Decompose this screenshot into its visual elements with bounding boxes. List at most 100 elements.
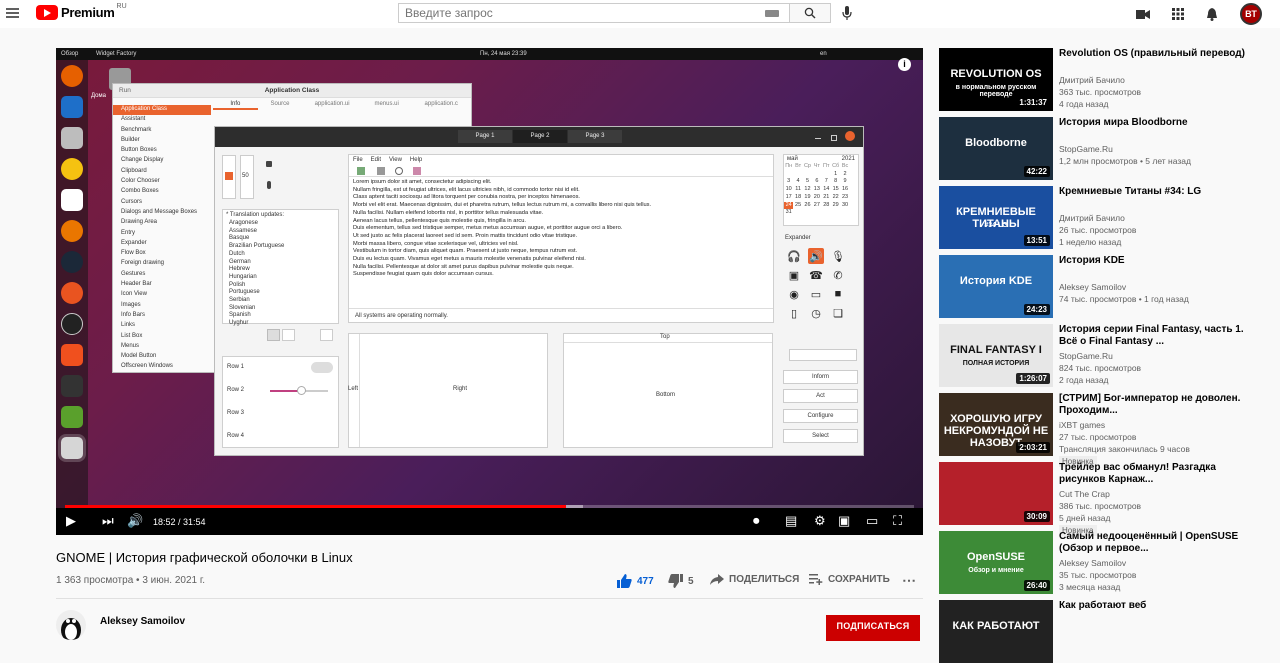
theater-mode-icon[interactable]: ▭ [866,513,878,529]
miniplayer-icon[interactable]: ▣ [838,513,850,529]
recommendation-item[interactable]: Bloodborne 42:22 История мира Bloodborne St… [939,117,1259,180]
settings-icon[interactable]: ⚙ [814,513,826,529]
activities-label: Обзор [61,51,79,57]
recommendation-thumbnail[interactable]: ХОРОШУЮ ИГРУ НЕКРОМУНДОЙ НЕ НАЗОВУТ 2:03:… [939,393,1053,456]
youtube-play-icon [36,5,58,20]
channel-avatar[interactable] [56,610,86,640]
recommendation-channel[interactable]: Дмитрий Бачило [1059,213,1125,223]
thumbnail-text: Bloodborne [965,137,1027,149]
demo-list-item: Color Chooser [121,178,160,185]
headphones-icon: 🎧 [787,250,801,263]
demo-list-item: Builder [121,136,140,143]
video-frame-desktop: Обзор Widget Factory Пн, 24 мая 23:39 en… [56,48,923,508]
autoplay-toggle-icon[interactable]: ⏺ [753,513,760,529]
recommendation-title[interactable]: Revolution OS (правильный перевод) [1059,48,1259,60]
recommendation-channel[interactable]: Aleksey Samoilov [1059,558,1126,568]
recommendation-thumbnail[interactable]: OpenSUSE Обзор и мнение 26:40 [939,531,1053,594]
recommendation-item[interactable]: КРЕМНИЕВЫЕ ТИТАНЫ #34 LG 13:51 Кремниевые Т… [939,186,1259,249]
demo-list-item: Benchmark [121,126,152,133]
recommendation-title[interactable]: [СТРИМ] Бог-император не доволен. Проход… [1059,393,1259,416]
recommendation-channel[interactable]: iXBT games [1059,420,1105,430]
recommendation-thumbnail[interactable]: 30:09 [939,462,1053,525]
menu-icon[interactable] [6,8,19,18]
demo-list-item: Offscreen Windows [121,363,173,370]
calendar-day: 23 [841,193,849,200]
subtitles-icon[interactable]: ▤ [785,513,797,529]
create-video-icon[interactable] [1136,9,1150,20]
recommendation-stats: 363 тыс. просмотров [1059,87,1142,97]
thumbnail-subtext: ПОЛНАЯ ИСТОРИЯ [962,360,1030,367]
language-item: Brazilian Portuguese [229,243,285,250]
pane-divider [359,334,360,447]
speaker-icon: 🔊 [808,248,824,264]
recommendation-title[interactable]: История серии Final Fantasy, часть 1. Вс… [1059,324,1259,347]
recommendation-stats: 1,2 млн просмотров • 5 лет назад [1059,156,1191,166]
thumbnail-subtext: #34 LG [984,222,1008,229]
tab-application-c: application.c [424,101,458,107]
recommendation-thumbnail[interactable]: КРЕМНИЕВЫЕ ТИТАНЫ #34 LG 13:51 [939,186,1053,249]
menu-view: View [389,157,402,163]
menu-file: File [353,157,363,163]
calendar-weekday: Вт [795,163,802,169]
progress-bar[interactable] [65,505,914,508]
microphone-icon[interactable] [842,6,852,21]
share-button[interactable]: ПОДЕЛИТЬСЯ [710,574,799,585]
recommendation-channel[interactable]: StopGame.Ru [1059,144,1113,154]
recommendation-item[interactable]: REVOLUTION OS в нормальном русском перево… [939,48,1259,111]
recommendation-item[interactable]: ХОРОШУЮ ИГРУ НЕКРОМУНДОЙ НЕ НАЗОВУТ 2:03:… [939,393,1259,467]
recommendation-item[interactable]: FINAL FANTASY I ПОЛНАЯ ИСТОРИЯ 1:26:07 Исто… [939,324,1259,387]
info-icon[interactable]: i [898,58,911,71]
recommendation-channel[interactable]: StopGame.Ru [1059,351,1113,361]
play-icon[interactable]: ▶ [66,513,76,529]
channel-name[interactable]: Aleksey Samoilov [100,616,185,627]
notifications-bell-icon[interactable] [1206,7,1218,21]
recommendation-thumbnail[interactable]: Bloodborne 42:22 [939,117,1053,180]
inform-button: Inform [783,370,858,384]
fullscreen-icon[interactable]: ⛶ [893,513,902,529]
account-avatar[interactable]: ВТ [1240,3,1262,25]
calendar-header: май 2021 [784,155,858,163]
calendar-day: 12 [804,186,811,193]
save-button[interactable]: СОХРАНИТЬ [809,574,890,585]
recommendation-title[interactable]: Самый недооценённый | OpenSUSE (Обзор и … [1059,531,1259,554]
apps-grid-icon[interactable] [1172,8,1184,20]
thumbnail-text: REVOLUTION OS [950,68,1042,80]
calendar-day: 1 [834,170,838,177]
recommendation-title[interactable]: Трейлер вас обманул! Разгадка рисунков К… [1059,462,1259,485]
search-button[interactable] [789,3,831,23]
dislike-count: 5 [688,575,694,587]
recommendation-channel[interactable]: Дмитрий Бачило [1059,75,1125,85]
demo-list-item: Assistant [121,116,146,123]
demo-list-item: Expander [121,239,147,246]
recommendation-item[interactable]: КАК РАБОТАЮТ Как работают веб [939,600,1259,663]
search-input[interactable] [399,4,759,22]
like-button[interactable]: 477 [617,574,654,588]
top-bottom-pane: Top Bottom [563,333,773,448]
calendar-day [822,209,831,217]
recommendation-title[interactable]: История мира Bloodborne [1059,117,1259,129]
recommendation-item[interactable]: 30:09 Трейлер вас обманул! Разгадка рисун… [939,462,1259,536]
video-player[interactable]: Обзор Widget Factory Пн, 24 мая 23:39 en… [56,48,923,535]
recommendation-channel[interactable]: Aleksey Samoilov [1059,282,1126,292]
recommendation-thumbnail[interactable]: REVOLUTION OS в нормальном русском перево… [939,48,1053,111]
recommendation-title[interactable]: Как работают веб [1059,600,1259,612]
recommendation-thumbnail[interactable]: FINAL FANTASY I ПОЛНАЯ ИСТОРИЯ 1:26:07 [939,324,1053,387]
recommendation-thumbnail[interactable]: История KDE 24:23 [939,255,1053,318]
volume-control-icon[interactable]: 🔊 [127,513,143,529]
recommendation-thumbnail[interactable]: КАК РАБОТАЮТ [939,600,1053,663]
language-item: Assamese [229,227,258,234]
keyboard-icon[interactable] [765,10,779,17]
calendar-week: 3456789 [784,178,858,186]
recommendation-title[interactable]: История KDE [1059,255,1259,267]
recommendation-item[interactable]: История KDE 24:23 История KDE Aleksey Samoi… [939,255,1259,318]
recommendation-title[interactable]: Кремниевые Титаны #34: LG [1059,186,1259,198]
dislike-button[interactable]: 5 [668,574,694,588]
recommendation-item[interactable]: OpenSUSE Обзор и мнение 26:40 Самый недооце… [939,531,1259,594]
more-actions-icon[interactable]: ⋯ [902,572,916,589]
tab-menus-ui: menus.ui [374,101,399,107]
next-icon[interactable]: ⏭ [102,513,114,529]
subscribe-button[interactable]: ПОДПИСАТЬСЯ [826,615,920,641]
calendar-weekdays: Пн Вт Ср Чт Пт Сб Вс [784,163,858,171]
youtube-logo[interactable]: Premium RU [36,3,127,20]
recommendation-channel[interactable]: Cut The Crap [1059,489,1110,499]
